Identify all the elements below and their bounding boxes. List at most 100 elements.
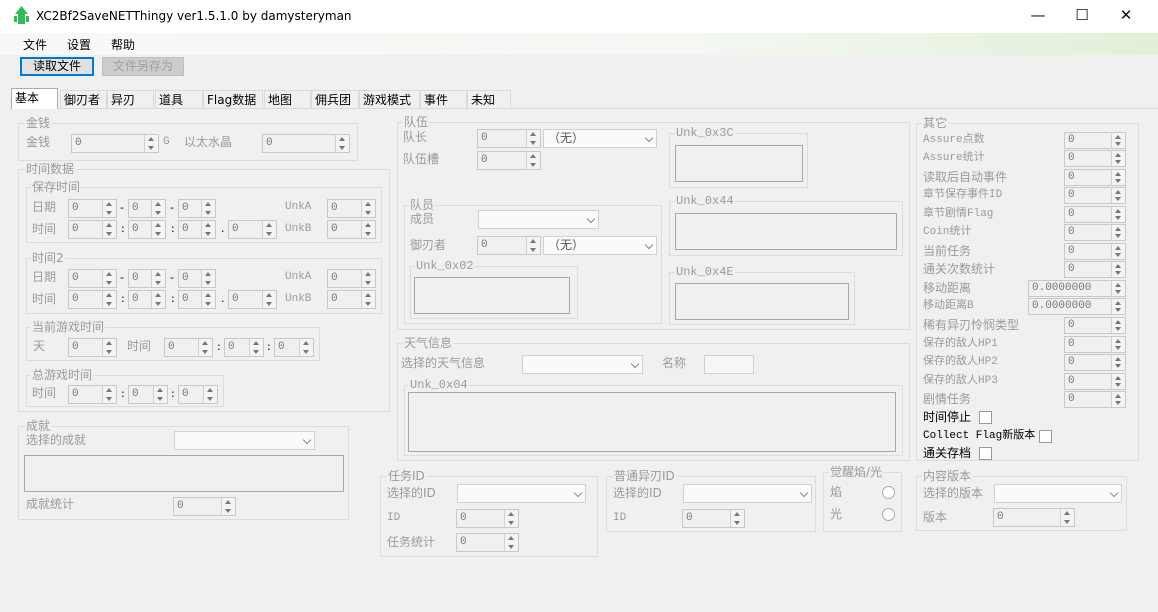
light-radio[interactable] bbox=[882, 508, 895, 521]
total-hour-input[interactable]: 0 bbox=[68, 385, 117, 404]
ether-spin-arrows[interactable] bbox=[335, 135, 349, 152]
tab-blades[interactable]: 异刃 bbox=[107, 90, 154, 109]
unk3c-box[interactable] bbox=[675, 145, 803, 182]
spin-arrows[interactable] bbox=[299, 339, 313, 356]
time-stop-checkbox[interactable] bbox=[979, 411, 992, 424]
spin-arrows[interactable] bbox=[1111, 188, 1125, 203]
current-minute-input[interactable]: 0 bbox=[224, 338, 264, 357]
menu-file[interactable]: 文件 bbox=[23, 36, 47, 53]
spin-arrows[interactable] bbox=[201, 291, 215, 308]
spin-arrows[interactable] bbox=[102, 221, 116, 238]
unk02-box[interactable] bbox=[414, 277, 570, 314]
other-row-input[interactable]: 0.0000000 bbox=[1028, 280, 1126, 297]
spin-arrows[interactable] bbox=[361, 200, 375, 217]
spin-arrows[interactable] bbox=[1111, 207, 1125, 222]
spin-arrows[interactable] bbox=[1060, 509, 1074, 526]
spin-arrows[interactable] bbox=[151, 270, 165, 287]
spin-arrows[interactable] bbox=[1111, 299, 1125, 314]
party-slot-input[interactable]: 0 bbox=[477, 151, 541, 170]
spin-arrows[interactable] bbox=[201, 200, 215, 217]
time2-day-input[interactable]: 0 bbox=[178, 269, 216, 288]
tab-mercenaries[interactable]: 佣兵团 bbox=[311, 90, 359, 109]
save-unkb-input[interactable]: 0 bbox=[327, 220, 376, 239]
other-row-input[interactable]: 0 bbox=[1064, 206, 1126, 223]
other-row-input[interactable]: 0 bbox=[1064, 317, 1126, 334]
spin-arrows[interactable] bbox=[361, 221, 375, 238]
other-row-input[interactable]: 0 bbox=[1064, 391, 1126, 408]
save-second-input[interactable]: 0 bbox=[178, 220, 216, 239]
time2-minute-input[interactable]: 0 bbox=[128, 290, 166, 309]
spin-arrows[interactable] bbox=[102, 291, 116, 308]
spin-arrows[interactable] bbox=[102, 339, 116, 356]
spin-arrows[interactable] bbox=[526, 130, 540, 147]
spin-arrows[interactable] bbox=[1111, 355, 1125, 370]
tab-unknown[interactable]: 未知 bbox=[467, 90, 511, 109]
save-minute-input[interactable]: 0 bbox=[128, 220, 166, 239]
tab-drivers[interactable]: 御刃者 bbox=[60, 90, 107, 109]
tab-basic[interactable]: 基本 bbox=[11, 88, 58, 109]
read-file-button[interactable]: 读取文件 bbox=[20, 57, 94, 76]
leader-dropdown[interactable]: （无） bbox=[543, 129, 657, 148]
spin-arrows[interactable] bbox=[151, 221, 165, 238]
save-ms-input[interactable]: 0 bbox=[228, 220, 277, 239]
ether-input[interactable]: 0 bbox=[262, 134, 350, 153]
time2-month-input[interactable]: 0 bbox=[128, 269, 166, 288]
tab-items[interactable]: 道具 bbox=[155, 90, 203, 109]
current-day-input[interactable]: 0 bbox=[68, 338, 117, 357]
menu-settings[interactable]: 设置 bbox=[67, 36, 91, 53]
other-row-input[interactable]: 0.0000000 bbox=[1028, 298, 1126, 315]
spin-arrows[interactable] bbox=[102, 270, 116, 287]
clear-save-checkbox[interactable] bbox=[979, 447, 992, 460]
other-row-input[interactable]: 0 bbox=[1064, 169, 1126, 186]
quest-id-input[interactable]: 0 bbox=[456, 509, 519, 528]
member-dropdown[interactable] bbox=[478, 210, 599, 229]
driver-input[interactable]: 0 bbox=[477, 236, 541, 255]
spin-arrows[interactable] bbox=[102, 200, 116, 217]
spin-arrows[interactable] bbox=[221, 498, 235, 515]
maximize-button[interactable]: ☐ bbox=[1059, 0, 1105, 31]
close-button[interactable]: ✕ bbox=[1103, 0, 1149, 31]
other-row-input[interactable]: 0 bbox=[1064, 261, 1126, 278]
other-row-input[interactable]: 0 bbox=[1064, 150, 1126, 167]
spin-arrows[interactable] bbox=[102, 386, 116, 403]
unk04-box[interactable] bbox=[408, 392, 896, 452]
quest-dropdown[interactable] bbox=[457, 484, 586, 503]
other-row-input[interactable]: 0 bbox=[1064, 224, 1126, 241]
spin-arrows[interactable] bbox=[526, 152, 540, 169]
money-spin-arrows[interactable] bbox=[144, 135, 158, 152]
spin-arrows[interactable] bbox=[201, 270, 215, 287]
menu-help[interactable]: 帮助 bbox=[111, 36, 135, 53]
spin-arrows[interactable] bbox=[1111, 151, 1125, 166]
total-second-input[interactable]: 0 bbox=[178, 385, 218, 404]
spin-arrows[interactable] bbox=[1111, 374, 1125, 389]
tab-game-mode[interactable]: 游戏模式 bbox=[359, 90, 420, 109]
spin-arrows[interactable] bbox=[249, 339, 263, 356]
achievement-dropdown[interactable] bbox=[174, 431, 315, 450]
tab-maps[interactable]: 地图 bbox=[264, 90, 311, 109]
time2-ms-input[interactable]: 0 bbox=[228, 290, 277, 309]
spin-arrows[interactable] bbox=[153, 386, 167, 403]
spin-arrows[interactable] bbox=[504, 510, 518, 527]
save-as-button[interactable]: 文件另存为 bbox=[102, 57, 184, 76]
spin-arrows[interactable] bbox=[262, 291, 276, 308]
spin-arrows[interactable] bbox=[504, 534, 518, 551]
unk44-box[interactable] bbox=[675, 213, 897, 250]
unk4e-box[interactable] bbox=[675, 283, 849, 320]
collect-flag-checkbox[interactable] bbox=[1039, 430, 1052, 443]
time2-year-input[interactable]: 0 bbox=[68, 269, 117, 288]
leader-input[interactable]: 0 bbox=[477, 129, 541, 148]
current-second-input[interactable]: 0 bbox=[274, 338, 314, 357]
fire-radio[interactable] bbox=[882, 486, 895, 499]
spin-arrows[interactable] bbox=[730, 510, 744, 527]
spin-arrows[interactable] bbox=[1111, 262, 1125, 277]
quest-count-input[interactable]: 0 bbox=[456, 533, 519, 552]
common-blade-id-input[interactable]: 0 bbox=[682, 509, 745, 528]
tab-events[interactable]: 事件 bbox=[420, 90, 467, 109]
time2-unka-input[interactable]: 0 bbox=[327, 269, 376, 288]
spin-arrows[interactable] bbox=[1111, 133, 1125, 148]
spin-arrows[interactable] bbox=[201, 221, 215, 238]
spin-arrows[interactable] bbox=[1111, 244, 1125, 259]
spin-arrows[interactable] bbox=[198, 339, 212, 356]
save-hour-input[interactable]: 0 bbox=[68, 220, 117, 239]
time2-second-input[interactable]: 0 bbox=[178, 290, 216, 309]
